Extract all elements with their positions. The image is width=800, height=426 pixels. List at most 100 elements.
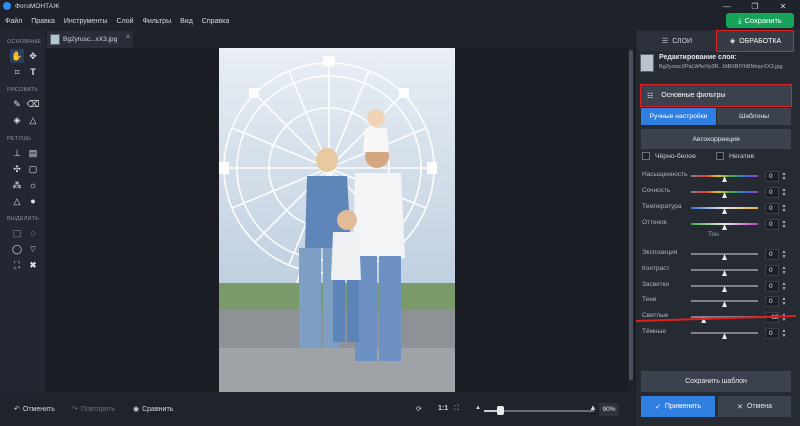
- spinner-vibrance-icon[interactable]: ▲ ▼: [780, 187, 788, 198]
- tab-layers[interactable]: ☰ СЛОИ: [638, 31, 716, 51]
- frame-tool-icon[interactable]: ▢: [26, 162, 40, 176]
- highlight-processing-tab: [716, 30, 794, 52]
- zoom-in-icon[interactable]: ▲: [589, 403, 597, 412]
- undo-label: Отменить: [22, 405, 55, 413]
- brightness-tool-icon[interactable]: ☼: [26, 178, 40, 192]
- spinner-highlights-icon[interactable]: ▲ ▼: [780, 281, 788, 292]
- slider-label-lights: Светлые: [642, 312, 669, 319]
- highlight-basic-filters: [640, 84, 792, 107]
- tools-section-select: ВЫДЕЛИТЬ: [7, 216, 40, 222]
- apply-button[interactable]: ✓ Применить: [641, 396, 715, 417]
- slider-value-tint[interactable]: 0: [765, 219, 779, 230]
- actual-size-button[interactable]: 1:1: [438, 405, 448, 412]
- spinner-darks-icon[interactable]: ▲ ▼: [780, 328, 788, 339]
- spinner-temperature-icon[interactable]: ▲ ▼: [780, 203, 788, 214]
- negative-checkbox-box[interactable]: [716, 152, 724, 160]
- spinner-tint-icon[interactable]: ▲ ▼: [780, 219, 788, 230]
- spinner-saturation-icon[interactable]: ▲ ▼: [780, 171, 788, 182]
- layer-thumbnail: [640, 54, 654, 72]
- check-icon: ✓: [654, 403, 661, 411]
- slider-label-vibrance: Сочность: [642, 187, 671, 194]
- menu-help[interactable]: Справка: [202, 18, 229, 25]
- mode-manual-settings[interactable]: Ручные настройки: [641, 108, 716, 125]
- undo-icon: ↶: [14, 406, 20, 413]
- menu-layer[interactable]: Слой: [117, 18, 134, 25]
- lasso-select-icon[interactable]: ◯: [10, 242, 24, 256]
- sharpen-tool-icon[interactable]: △: [10, 194, 24, 208]
- slider-value-highlights[interactable]: 0: [765, 281, 779, 292]
- zoom-out-icon[interactable]: ▲: [475, 405, 481, 411]
- family-ferris-wheel-photo: [219, 48, 455, 396]
- cancel-button[interactable]: ✕ Отмена: [718, 396, 791, 417]
- spinner-shadows-icon[interactable]: ▲ ▼: [780, 296, 788, 307]
- menu-tools[interactable]: Инструменты: [64, 18, 108, 25]
- cancel-label: Отмена: [746, 403, 772, 410]
- document-tab-strip: [45, 30, 636, 48]
- hand-tool-icon[interactable]: ✋: [10, 49, 24, 63]
- spinner-exposure-icon[interactable]: ▲ ▼: [780, 249, 788, 260]
- close-tab-icon[interactable]: ×: [126, 34, 130, 41]
- shapes-tool-icon[interactable]: △: [26, 113, 40, 127]
- redo-button[interactable]: ↷ Повторить: [72, 405, 115, 414]
- patch-tool-icon[interactable]: ▤: [26, 146, 40, 160]
- autocorrection-button[interactable]: Автокоррекция: [641, 129, 791, 149]
- spinner-contrast-icon[interactable]: ▲ ▼: [780, 265, 788, 276]
- menu-file[interactable]: Файл: [5, 18, 22, 25]
- slider-value-temperature[interactable]: 0: [765, 203, 779, 214]
- close-window-button[interactable]: ✕: [772, 0, 794, 12]
- save-button[interactable]: ⤓ Сохранить: [726, 13, 794, 28]
- save-template-button[interactable]: Сохранить шаблон: [641, 371, 791, 392]
- negative-checkbox[interactable]: Негатив: [716, 152, 754, 160]
- stamp-tool-icon[interactable]: ⊥: [10, 146, 24, 160]
- slider-value-vibrance[interactable]: 0: [765, 187, 779, 198]
- fill-tool-icon[interactable]: ◈: [10, 113, 24, 127]
- minimize-button[interactable]: —: [716, 0, 738, 12]
- magic-select-icon[interactable]: ⛶: [10, 258, 24, 272]
- photo-canvas[interactable]: [219, 48, 455, 396]
- spinner-lights-icon[interactable]: ▲▼: [780, 312, 788, 323]
- document-tab[interactable]: Bg2yrusc...xX3.jpg ×: [47, 31, 133, 48]
- brush-tool-icon[interactable]: ✎: [10, 97, 24, 111]
- rect-select-icon[interactable]: ⬚: [10, 226, 24, 240]
- healing-tool-icon[interactable]: ✣: [10, 162, 24, 176]
- slider-value-contrast[interactable]: 0: [765, 265, 779, 276]
- eye-icon: ◉: [133, 406, 140, 413]
- crop-tool-icon[interactable]: ⌗: [10, 65, 24, 79]
- move-tool-icon[interactable]: ✥: [26, 49, 40, 63]
- menu-view[interactable]: Вид: [180, 18, 193, 25]
- slider-value-darks[interactable]: 0: [765, 328, 779, 339]
- text-tool-icon[interactable]: T: [26, 65, 40, 79]
- menu-edit[interactable]: Правка: [31, 18, 55, 25]
- maximize-button[interactable]: ❐: [744, 0, 766, 12]
- app-title: ФотоМОНТАЖ: [15, 2, 60, 10]
- slider-value-saturation[interactable]: 0: [765, 171, 779, 182]
- fit-screen-icon[interactable]: ⛶: [454, 405, 459, 413]
- bw-checkbox-box[interactable]: [642, 152, 650, 160]
- polygon-select-icon[interactable]: ⌔: [26, 242, 40, 256]
- document-thumbnail: [50, 34, 60, 45]
- app-window: ФотоМОНТАЖ — ❐ ✕ Файл Правка Инструменты…: [0, 0, 800, 426]
- slider-label-shadows: Тени: [642, 296, 657, 303]
- bw-checkbox[interactable]: Чёрно-белое: [642, 152, 696, 160]
- rotate-view-icon[interactable]: ⟳: [416, 405, 422, 413]
- drop-tool-icon[interactable]: ●: [26, 194, 40, 208]
- compare-label: Сравнить: [142, 405, 174, 413]
- slider-value-exposure[interactable]: 0: [765, 249, 779, 260]
- canvas-vertical-scrollbar[interactable]: [628, 48, 634, 392]
- zoom-value[interactable]: 90%: [599, 403, 619, 416]
- slider-value-shadows[interactable]: 0: [765, 296, 779, 307]
- slider-label-temperature: Температура: [642, 203, 682, 210]
- ellipse-select-icon[interactable]: ◌: [26, 226, 40, 240]
- mode-templates[interactable]: Шаблоны: [717, 108, 791, 125]
- blur-tool-icon[interactable]: ⁂: [10, 178, 24, 192]
- scrollbar-thumb[interactable]: [629, 50, 633, 380]
- eraser-tool-icon[interactable]: ⌫: [26, 97, 40, 111]
- magic-wand-icon[interactable]: ✖: [26, 258, 40, 272]
- compare-button[interactable]: ◉ Сравнить: [133, 405, 174, 414]
- zoom-slider-handle[interactable]: [497, 406, 504, 415]
- edit-layer-info: Редактирование слоя: Bg2yrusc0PaLWfwYp3R…: [640, 54, 796, 76]
- bw-label: Чёрно-белое: [655, 152, 696, 160]
- download-icon: ⤓: [738, 15, 742, 25]
- menu-filters[interactable]: Фильтры: [143, 18, 172, 25]
- undo-button[interactable]: ↶ Отменить: [14, 405, 55, 414]
